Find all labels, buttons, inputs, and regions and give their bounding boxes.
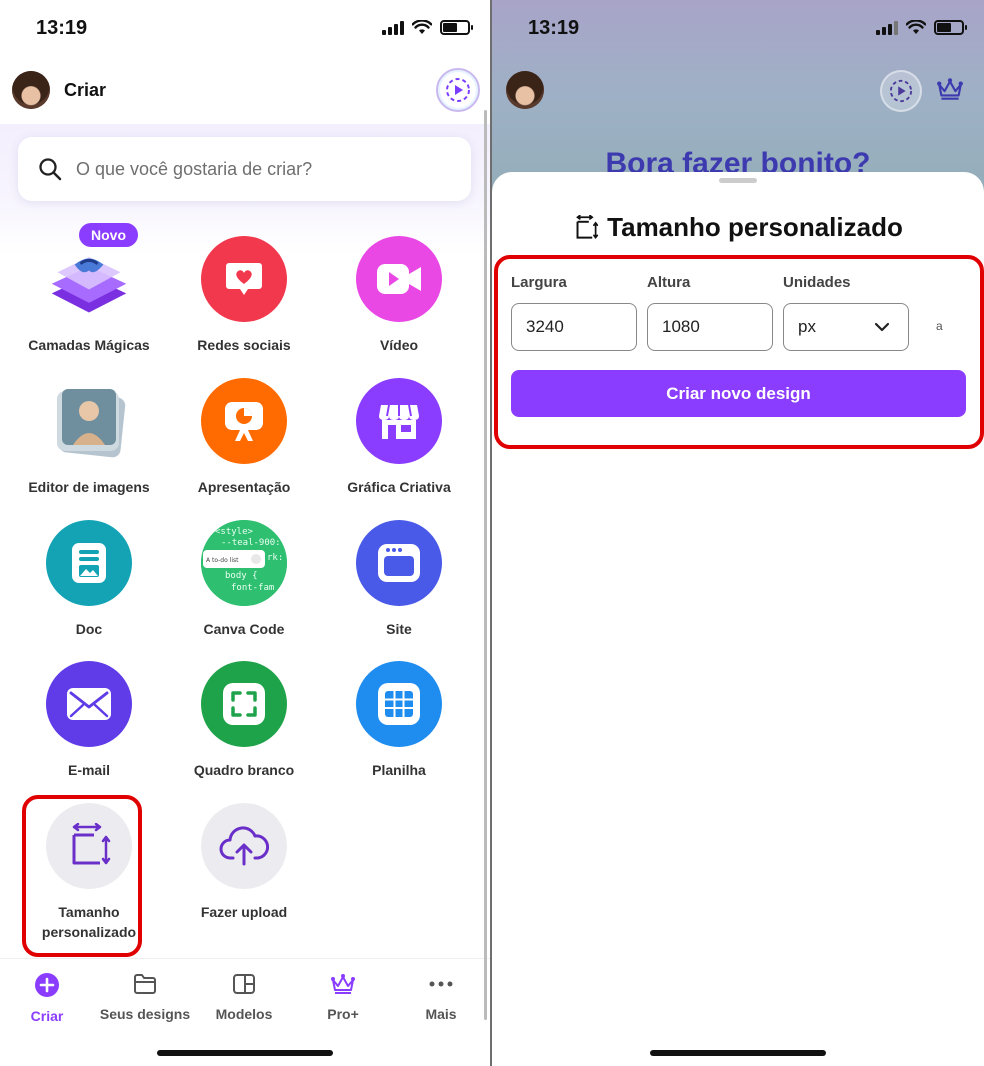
- nav-label: Seus designs: [99, 1006, 191, 1022]
- item-label: E-mail: [67, 762, 110, 778]
- item-label: Vídeo: [379, 337, 419, 353]
- search-icon: [39, 158, 62, 181]
- nav-label: Criar: [30, 1008, 64, 1024]
- status-bar: 13:19: [492, 0, 984, 60]
- storefront-icon: [356, 378, 442, 464]
- plus-circle-icon: [35, 973, 59, 997]
- video-camera-icon: [356, 236, 442, 322]
- highlight-box: [22, 795, 142, 957]
- status-time: 13:19: [36, 17, 88, 39]
- item-label: Site: [386, 621, 412, 637]
- envelope-icon: [46, 661, 132, 747]
- item-editor-de-imagens[interactable]: Editor de imagens: [9, 378, 169, 497]
- highlight-box: [494, 255, 984, 449]
- create-screen: 13:19 Criar O que você gostaria de criar…: [0, 0, 490, 1066]
- svg-text:font-fam: font-fam: [231, 583, 274, 593]
- custom-size-screen: 13:19 Bora fazer bonito? Tamanho persona…: [492, 0, 984, 1066]
- item-label: Apresentação: [197, 479, 291, 495]
- more-dots-icon: [429, 981, 453, 987]
- home-indicator: [157, 1050, 333, 1056]
- item-label: Canva Code: [203, 621, 285, 637]
- svg-text:--teal-900:: --teal-900:: [221, 538, 281, 548]
- svg-text:A to-do list: A to-do list: [206, 557, 239, 564]
- wifi-icon: [412, 20, 432, 34]
- play-icon: [889, 79, 913, 103]
- item-email[interactable]: E-mail: [9, 661, 169, 780]
- item-label: Camadas Mágicas: [28, 337, 150, 353]
- item-video[interactable]: Vídeo: [319, 236, 479, 355]
- item-canva-code[interactable]: <style> --teal-900: A to-do list rk: bod…: [164, 520, 324, 639]
- custom-size-icon: [576, 214, 599, 239]
- battery-icon: [934, 20, 967, 35]
- whiteboard-icon: [201, 661, 287, 747]
- item-label: Redes sociais: [197, 337, 291, 353]
- play-icon: [446, 78, 470, 102]
- sheet-title: Tamanho personalizado: [492, 212, 984, 243]
- nav-criar[interactable]: Criar: [0, 973, 96, 1024]
- svg-text:<style>: <style>: [215, 527, 254, 537]
- item-apresentacao[interactable]: Apresentação: [164, 378, 324, 497]
- templates-icon: [233, 974, 255, 994]
- item-label: Planilha: [372, 762, 426, 778]
- magic-layers-icon: Novo: [46, 223, 138, 322]
- nav-mais[interactable]: Mais: [392, 973, 490, 1022]
- document-icon: [46, 520, 132, 606]
- status-icons: [876, 20, 967, 35]
- header: Criar: [0, 66, 490, 116]
- bottom-sheet: Tamanho personalizado Largura Altura Uni…: [492, 172, 984, 1066]
- new-badge: Novo: [79, 223, 138, 247]
- sheet-grabber[interactable]: [719, 178, 757, 183]
- magic-play-button[interactable]: [880, 70, 922, 112]
- item-doc[interactable]: Doc: [9, 520, 169, 639]
- magic-play-button[interactable]: [436, 68, 480, 112]
- item-quadro-branco[interactable]: Quadro branco: [164, 661, 324, 780]
- crown-icon[interactable]: [936, 76, 964, 102]
- search-input[interactable]: O que você gostaria de criar?: [18, 137, 471, 201]
- nav-label: Modelos: [215, 1006, 273, 1022]
- item-redes-sociais[interactable]: Redes sociais: [164, 236, 324, 355]
- wifi-icon: [906, 20, 926, 34]
- status-bar: 13:19: [0, 0, 490, 60]
- spreadsheet-icon: [356, 661, 442, 747]
- search-placeholder: O que você gostaria de criar?: [76, 158, 313, 179]
- code-icon: <style> --teal-900: A to-do list rk: bod…: [201, 520, 287, 606]
- avatar[interactable]: [506, 71, 544, 109]
- folder-icon: [134, 974, 156, 994]
- sheet-title-text: Tamanho personalizado: [607, 212, 903, 242]
- home-indicator: [650, 1050, 826, 1056]
- item-site[interactable]: Site: [319, 520, 479, 639]
- item-planilha[interactable]: Planilha: [319, 661, 479, 780]
- item-label: Doc: [75, 621, 103, 637]
- svg-text:body {: body {: [225, 571, 258, 581]
- item-label: Quadro branco: [193, 762, 295, 778]
- svg-text:rk:: rk:: [267, 553, 283, 563]
- nav-modelos[interactable]: Modelos: [195, 973, 293, 1022]
- nav-label: Pro+: [327, 1006, 359, 1022]
- item-camadas-magicas[interactable]: Novo Camadas Mágicas: [9, 223, 169, 355]
- page-title: Criar: [64, 80, 107, 100]
- scrollbar[interactable]: [484, 110, 487, 1020]
- nav-label: Mais: [425, 1006, 457, 1022]
- nav-seus-designs[interactable]: Seus designs: [96, 973, 194, 1022]
- battery-icon: [440, 20, 473, 35]
- item-label: Fazer upload: [200, 904, 288, 920]
- photo-stack-icon: [46, 378, 132, 464]
- item-label: Editor de imagens: [28, 479, 150, 495]
- presentation-icon: [201, 378, 287, 464]
- item-grafica-criativa[interactable]: Gráfica Criativa: [319, 378, 479, 497]
- item-fazer-upload[interactable]: Fazer upload: [164, 803, 324, 922]
- website-icon: [356, 520, 442, 606]
- heart-bubble-icon: [201, 236, 287, 322]
- crown-icon: [331, 974, 355, 994]
- status-time: 13:19: [528, 17, 580, 39]
- signal-icon: [382, 20, 404, 35]
- status-icons: [382, 20, 473, 35]
- nav-pro[interactable]: Pro+: [294, 973, 392, 1022]
- item-label: Gráfica Criativa: [347, 479, 451, 495]
- cloud-upload-icon: [201, 803, 287, 889]
- bottom-nav: Criar Seus designs Modelos Pro+ Mais: [0, 958, 490, 1028]
- signal-icon: [876, 20, 898, 35]
- avatar[interactable]: [12, 71, 50, 109]
